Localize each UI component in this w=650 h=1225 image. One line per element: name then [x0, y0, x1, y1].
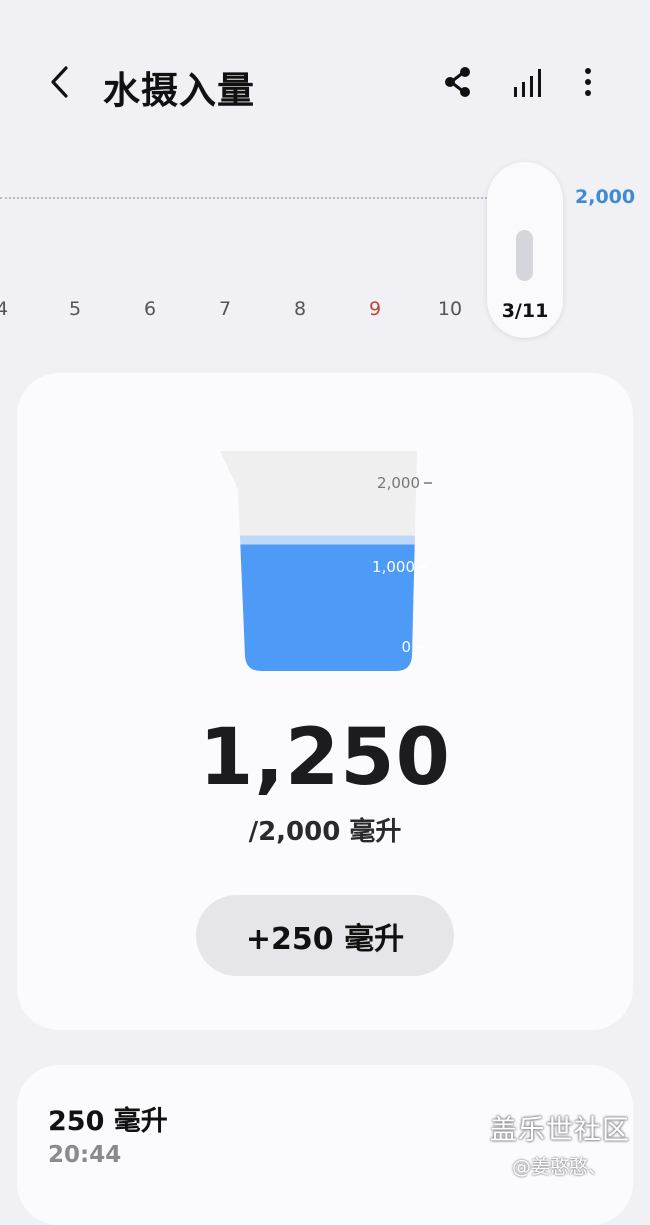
- beaker-graphic: 2,000 1,000 0: [220, 451, 432, 671]
- watermark-user: @姜憨憨、: [512, 1156, 608, 1178]
- day-intake-bar: [516, 230, 533, 281]
- selected-date: 3/11: [501, 300, 549, 322]
- day-10[interactable]: 10: [430, 298, 470, 320]
- scale-label-2000: 2,000: [377, 474, 420, 492]
- goal-line-label: 2,000: [575, 186, 636, 208]
- more-options-button[interactable]: [566, 60, 610, 104]
- goal-amount: /2,000 毫升: [248, 817, 402, 847]
- day-timeline: 2,000 4 5 6 7 8 9 10 3/11: [0, 160, 650, 340]
- share-icon: [445, 67, 470, 97]
- goal-line: [0, 197, 487, 199]
- statistics-button[interactable]: [505, 60, 549, 104]
- water-surface: [220, 535, 417, 545]
- more-vertical-icon: [585, 68, 591, 96]
- log-time: 20:44: [48, 1142, 122, 1168]
- selected-day[interactable]: 3/11: [487, 162, 563, 338]
- intake-summary-card: 2,000 1,000 0 1,250 /2,000 毫升 +250 毫升: [17, 373, 633, 1030]
- day-6[interactable]: 6: [130, 298, 170, 320]
- scale-label-0: 0: [401, 638, 411, 656]
- add-water-button[interactable]: +250 毫升: [196, 895, 454, 976]
- watermark-site: 盖乐世社区: [490, 1115, 630, 1146]
- log-amount: 250 毫升: [48, 1106, 168, 1137]
- day-5[interactable]: 5: [55, 298, 95, 320]
- day-7[interactable]: 7: [205, 298, 245, 320]
- total-intake: 1,250: [199, 713, 451, 803]
- day-4[interactable]: 4: [0, 298, 22, 320]
- scale-label-1000: 1,000: [372, 558, 415, 576]
- header: 水摄入量: [0, 0, 650, 165]
- day-9[interactable]: 9: [355, 298, 395, 320]
- page-title: 水摄入量: [103, 69, 255, 112]
- bar-chart-icon: [514, 69, 541, 97]
- chevron-left-icon: [51, 66, 68, 98]
- back-button[interactable]: [40, 58, 84, 106]
- share-button[interactable]: [436, 60, 480, 104]
- day-8[interactable]: 8: [280, 298, 320, 320]
